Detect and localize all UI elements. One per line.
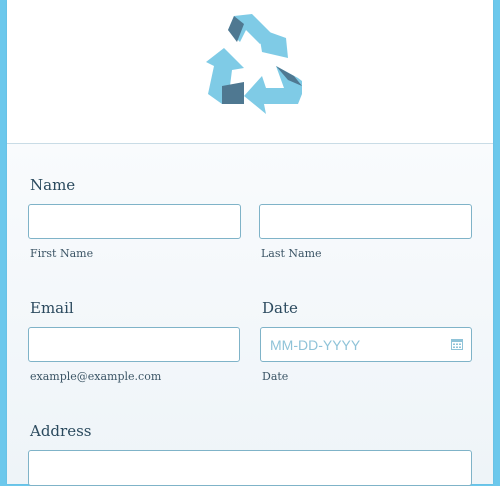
calendar-icon[interactable] bbox=[451, 338, 463, 350]
email-field[interactable] bbox=[28, 327, 240, 362]
email-input[interactable] bbox=[29, 328, 239, 361]
date-input[interactable] bbox=[261, 328, 471, 361]
email-sublabel: example@example.com bbox=[30, 370, 162, 383]
last-name-input[interactable] bbox=[260, 205, 471, 238]
first-name-sublabel: First Name bbox=[30, 247, 94, 260]
first-name-input[interactable] bbox=[29, 205, 240, 238]
date-label: Date bbox=[262, 299, 298, 317]
name-label: Name bbox=[30, 176, 76, 194]
form-card: Name First Name Last Name Email example@… bbox=[7, 0, 493, 486]
last-name-field[interactable] bbox=[259, 204, 472, 239]
form-header bbox=[7, 0, 493, 144]
address-label: Address bbox=[30, 422, 92, 440]
address-field[interactable] bbox=[28, 450, 472, 486]
recycle-icon bbox=[206, 14, 302, 114]
date-field[interactable] bbox=[260, 327, 472, 362]
date-sublabel: Date bbox=[262, 370, 289, 383]
email-label: Email bbox=[30, 299, 74, 317]
form-body: Name First Name Last Name Email example@… bbox=[7, 144, 493, 486]
first-name-field[interactable] bbox=[28, 204, 241, 239]
last-name-sublabel: Last Name bbox=[261, 247, 322, 260]
address-input[interactable] bbox=[29, 451, 471, 485]
